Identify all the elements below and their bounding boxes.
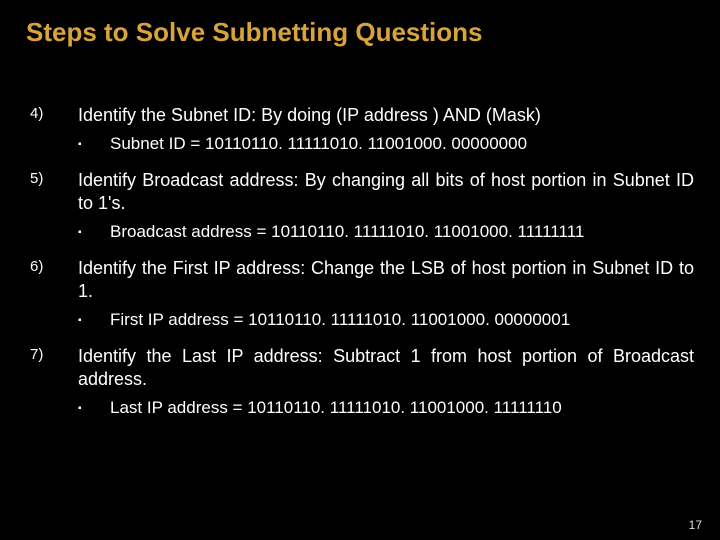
- step-text: Identify Broadcast address: By changing …: [78, 169, 694, 215]
- step-text: Identify the Subnet ID: By doing (IP add…: [78, 104, 694, 127]
- bullet-icon: ▪: [78, 221, 110, 243]
- step-sub-text: Broadcast address = 10110110. 11111010. …: [110, 221, 694, 243]
- step-5: 5) Identify Broadcast address: By changi…: [30, 169, 694, 215]
- step-sub-text: First IP address = 10110110. 11111010. 1…: [110, 309, 694, 331]
- sub-prefix: First IP address: [110, 310, 229, 329]
- step-7-sub: ▪ Last IP address = 10110110. 11111010. …: [78, 397, 694, 419]
- step-4-sub: ▪ Subnet ID = 10110110. 11111010. 110010…: [78, 133, 694, 155]
- step-5-sub: ▪ Broadcast address = 10110110. 11111010…: [78, 221, 694, 243]
- sub-prefix: Broadcast address: [110, 222, 256, 241]
- sub-value: = 10110110. 11111010. 11001000. 11111111: [256, 222, 584, 241]
- bullet-icon: ▪: [78, 133, 110, 155]
- sub-prefix: Last IP address: [110, 398, 233, 417]
- page-number: 17: [689, 518, 702, 532]
- step-4: 4) Identify the Subnet ID: By doing (IP …: [30, 104, 694, 127]
- sub-value: = 10110110. 11111010. 11001000. 00000000: [186, 134, 527, 153]
- sub-value: = 10110110. 11111010. 11001000. 00000001: [229, 310, 570, 329]
- step-sub-text: Subnet ID = 10110110. 11111010. 11001000…: [110, 133, 694, 155]
- step-7: 7) Identify the Last IP address: Subtrac…: [30, 345, 694, 391]
- bullet-icon: ▪: [78, 309, 110, 331]
- step-text: Identify the Last IP address: Subtract 1…: [78, 345, 694, 391]
- step-6-sub: ▪ First IP address = 10110110. 11111010.…: [78, 309, 694, 331]
- slide: Steps to Solve Subnetting Questions 4) I…: [0, 0, 720, 540]
- bullet-icon: ▪: [78, 397, 110, 419]
- step-number: 5): [30, 169, 78, 215]
- slide-title: Steps to Solve Subnetting Questions: [26, 18, 694, 48]
- sub-prefix: Subnet ID: [110, 134, 186, 153]
- step-number: 7): [30, 345, 78, 391]
- content-area: 4) Identify the Subnet ID: By doing (IP …: [26, 104, 694, 420]
- step-sub-text: Last IP address = 10110110. 11111010. 11…: [110, 397, 694, 419]
- step-text: Identify the First IP address: Change th…: [78, 257, 694, 303]
- sub-value: = 10110110. 11111010. 11001000. 11111110: [233, 398, 562, 417]
- step-number: 4): [30, 104, 78, 127]
- step-number: 6): [30, 257, 78, 303]
- step-6: 6) Identify the First IP address: Change…: [30, 257, 694, 303]
